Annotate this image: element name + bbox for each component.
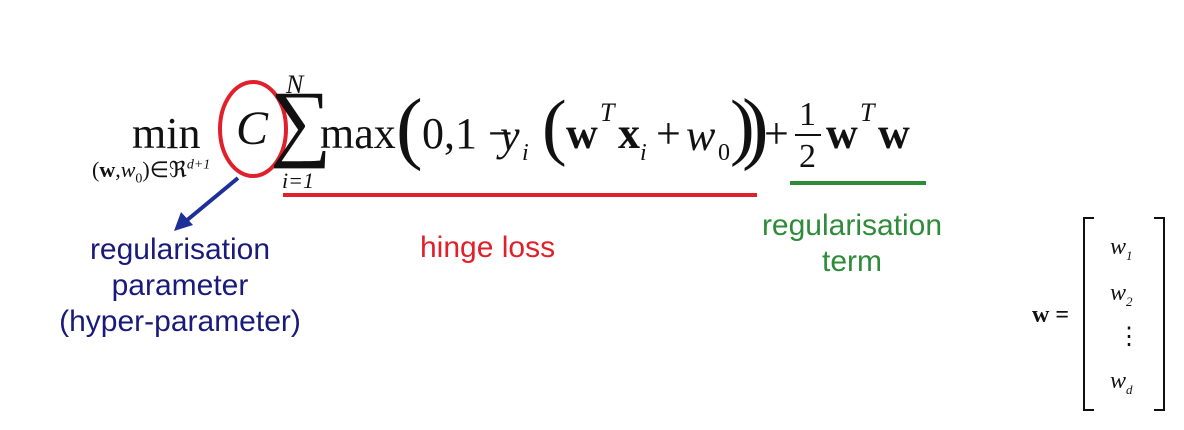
reg-term-line1: regularisation xyxy=(761,209,943,242)
reg-term-line2: term xyxy=(822,245,882,278)
min-sub-close: ) xyxy=(142,157,150,182)
label-y: y xyxy=(500,111,520,160)
max-operator: max xyxy=(320,109,396,158)
hinge-loss-label: hinge loss xyxy=(420,231,556,264)
label-y-index: i xyxy=(522,140,529,166)
vector-entry-2: w2 xyxy=(1110,280,1133,310)
reg-weight-w2: w xyxy=(878,109,910,158)
reg-param-line2: parameter xyxy=(111,269,249,302)
matrix-right-bracket xyxy=(1154,217,1165,411)
regularisation-constant-c: C xyxy=(236,102,269,155)
vector-entry-2-symbol: w xyxy=(1110,280,1127,306)
formula-annotations-overlay xyxy=(174,80,1165,411)
vector-entry-d-index: d xyxy=(1126,381,1133,397)
min-sub-in: ∈ℜ xyxy=(149,157,187,182)
regularisation-term-label: regularisation term xyxy=(742,208,962,280)
max-open-paren: ( xyxy=(396,84,423,172)
min-sub-w: w xyxy=(99,157,116,182)
reg-param-line1: regularisation xyxy=(89,233,271,266)
min-operator: min xyxy=(132,109,201,158)
plus-regulariser: + xyxy=(764,109,789,158)
matrix-left-bracket xyxy=(1083,217,1094,411)
vector-entry-d: wd xyxy=(1110,368,1133,398)
vector-entry-dots: ⋮ xyxy=(1117,324,1141,350)
min-sub-exp: d+1 xyxy=(186,157,211,173)
inner-open-paren: ( xyxy=(542,86,567,168)
vector-entry-2-index: 2 xyxy=(1126,293,1133,309)
weight-transpose: T xyxy=(600,98,615,127)
input-x: x xyxy=(618,109,640,158)
reg-weight-w: w xyxy=(826,109,858,158)
reg-param-line3: (hyper-parameter) xyxy=(59,305,301,338)
vector-entry-1: w1 xyxy=(1110,234,1133,264)
bias-w: w xyxy=(686,111,716,160)
input-x-index: i xyxy=(640,140,647,166)
min-sub-w0: w xyxy=(120,157,136,182)
vector-entry-1-symbol: w xyxy=(1110,234,1127,260)
fraction-denominator: 2 xyxy=(799,138,816,175)
sum-lower-limit: i=1 xyxy=(282,168,314,193)
vector-lhs: w = xyxy=(1032,302,1070,328)
bias-w-index: 0 xyxy=(718,140,730,166)
c-pointer-arrow-head xyxy=(174,212,193,231)
fraction-numerator: 1 xyxy=(799,96,816,133)
reg-weight-transpose: T xyxy=(860,98,875,127)
weight-w: w xyxy=(566,109,598,158)
vector-entry-d-symbol: w xyxy=(1110,368,1127,394)
plus-bias: + xyxy=(656,109,681,158)
min-subscript: (w,w0)∈ℜd+1 xyxy=(92,157,210,187)
regularisation-parameter-label: regularisation parameter (hyper-paramete… xyxy=(30,232,330,340)
vector-entry-1-index: 1 xyxy=(1126,247,1133,263)
